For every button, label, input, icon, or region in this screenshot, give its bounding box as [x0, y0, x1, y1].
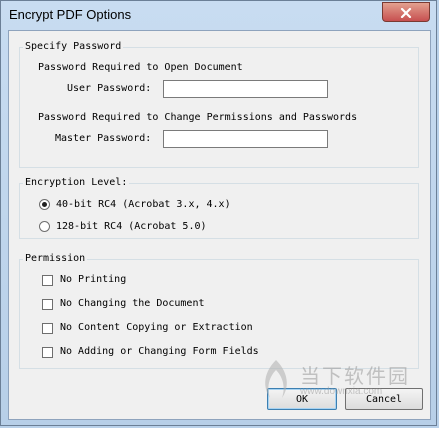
encryption-level-legend: Encryption Level:: [25, 177, 128, 188]
close-button[interactable]: [382, 2, 430, 22]
encryption-128bit-label[interactable]: 128-bit RC4 (Acrobat 5.0): [56, 221, 207, 233]
user-password-field[interactable]: [163, 80, 328, 98]
encryption-40bit-radio[interactable]: [39, 199, 50, 210]
no-form-fields-checkbox[interactable]: [42, 347, 53, 358]
permission-legend: Permission: [25, 253, 86, 264]
specify-password-group: Specify Password: [19, 41, 419, 168]
permissions-password-label: Password Required to Change Permissions …: [38, 112, 358, 123]
specify-password-legend: Specify Password: [25, 41, 122, 52]
close-icon: [400, 3, 412, 22]
encryption-40bit-label[interactable]: 40-bit RC4 (Acrobat 3.x, 4.x): [56, 199, 231, 211]
master-password-field[interactable]: [163, 130, 328, 148]
open-document-password-label: Password Required to Open Document: [38, 62, 243, 73]
watermark-url: www.downxia.com: [300, 386, 383, 397]
encrypt-pdf-options-dialog: Encrypt PDF Options Specify Password Pas…: [0, 0, 437, 426]
no-changing-document-checkbox[interactable]: [42, 299, 53, 310]
master-password-label: Master Password:: [55, 133, 152, 144]
no-content-copying-checkbox[interactable]: [42, 323, 53, 334]
window-title: Encrypt PDF Options: [9, 7, 132, 22]
no-form-fields-label[interactable]: No Adding or Changing Form Fields: [60, 346, 259, 358]
title-bar[interactable]: Encrypt PDF Options: [1, 1, 436, 31]
watermark: 当下软件园 www.downxia.com: [256, 356, 421, 408]
encryption-128bit-radio[interactable]: [39, 221, 50, 232]
no-printing-label[interactable]: No Printing: [60, 274, 126, 286]
radio-selected-dot: [42, 202, 47, 207]
watermark-logo-icon: [265, 360, 287, 398]
no-changing-document-label[interactable]: No Changing the Document: [60, 298, 205, 310]
user-password-label: User Password:: [67, 83, 152, 94]
no-content-copying-label[interactable]: No Content Copying or Extraction: [60, 322, 253, 334]
no-printing-checkbox[interactable]: [42, 275, 53, 286]
watermark-title: 当下软件园: [300, 366, 410, 388]
